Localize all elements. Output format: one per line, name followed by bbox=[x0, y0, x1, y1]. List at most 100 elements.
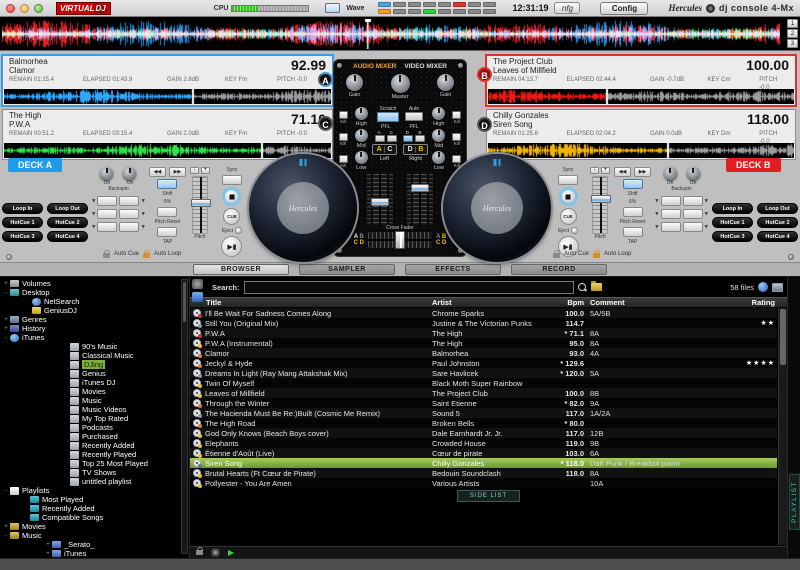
cue-button[interactable]: CUE bbox=[560, 208, 577, 225]
pfl-b-button[interactable] bbox=[415, 135, 425, 142]
netsearch-icon[interactable] bbox=[758, 282, 768, 292]
tree-item[interactable]: Movies bbox=[0, 387, 189, 396]
track-list-scrollbar[interactable] bbox=[778, 308, 787, 545]
loop-out-button[interactable]: Loop Out bbox=[47, 203, 88, 214]
column-header-bpm[interactable]: Bpm bbox=[548, 298, 584, 307]
eject-button[interactable] bbox=[235, 227, 242, 234]
wave-grid-cell[interactable] bbox=[423, 2, 436, 7]
search-input[interactable] bbox=[244, 281, 574, 294]
sync-button[interactable] bbox=[222, 175, 242, 185]
fx-button[interactable] bbox=[661, 209, 681, 219]
low-knob-left[interactable] bbox=[355, 151, 368, 164]
tree-item[interactable]: Purchased bbox=[0, 432, 189, 441]
wave-grid-cell[interactable] bbox=[468, 2, 481, 7]
deck-a-waveform[interactable] bbox=[4, 89, 331, 104]
wave-grid-cell[interactable] bbox=[453, 2, 466, 7]
pitch-slider[interactable] bbox=[592, 176, 608, 234]
master-knob[interactable] bbox=[391, 74, 410, 93]
right-deck-selector[interactable]: D|B bbox=[403, 144, 428, 155]
tree-item[interactable]: DJing bbox=[0, 360, 189, 369]
track-row[interactable]: The High RoadBroken Bells* 80.0 bbox=[190, 418, 777, 428]
config-button[interactable]: Config bbox=[600, 2, 648, 15]
tree-item[interactable]: +History bbox=[0, 324, 189, 333]
rhythm-waveform[interactable] bbox=[2, 19, 780, 49]
tree-item[interactable]: Most Played bbox=[0, 495, 189, 504]
backspin-knob[interactable] bbox=[123, 167, 136, 180]
deck-d-badge[interactable]: D bbox=[477, 117, 492, 132]
fx-button[interactable] bbox=[683, 209, 703, 219]
favorite-folder-icon[interactable] bbox=[192, 292, 203, 302]
tree-toggle[interactable]: - bbox=[2, 488, 10, 494]
tab-browser[interactable]: BROWSER bbox=[193, 264, 289, 275]
tree-item[interactable]: -Desktop bbox=[0, 288, 189, 297]
track-row[interactable]: Still You (Original Mix)Justine & The Vi… bbox=[190, 318, 777, 328]
sync-button[interactable] bbox=[558, 175, 578, 185]
fx-button[interactable] bbox=[97, 209, 117, 219]
kill-high-right[interactable] bbox=[452, 111, 461, 119]
track-row[interactable]: Through the WinterSaint Etienne* 82.09A bbox=[190, 398, 777, 408]
fastforward-button[interactable]: ▶▶ bbox=[169, 167, 186, 177]
tree-item[interactable]: My Top Rated bbox=[0, 414, 189, 423]
wave-grid-cell[interactable] bbox=[438, 2, 451, 7]
kill-mid-right[interactable] bbox=[452, 133, 461, 141]
high-knob-right[interactable] bbox=[432, 107, 445, 120]
high-knob-left[interactable] bbox=[355, 107, 368, 120]
track-row[interactable]: Jeckyl & HydePaul Johnston* 129.6★★★★ bbox=[190, 358, 777, 368]
wave-grid-cell[interactable] bbox=[453, 9, 466, 14]
track-row[interactable]: P.W.A (Instrumental)The High95.08A bbox=[190, 338, 777, 348]
track-row[interactable]: Twin Of MyselfBlack Moth Super Rainbow bbox=[190, 378, 777, 388]
deck-a-jogwheel[interactable]: Hercules bbox=[249, 154, 357, 262]
shift-button[interactable] bbox=[623, 179, 643, 189]
tap-button[interactable] bbox=[157, 227, 177, 237]
tree-item[interactable]: +Genres bbox=[0, 315, 189, 324]
autoplay-icon[interactable]: ▶ bbox=[228, 548, 234, 557]
rewind-button[interactable]: ◀◀ bbox=[614, 167, 631, 177]
column-header-rating[interactable]: Rating bbox=[674, 298, 777, 307]
tab-record[interactable]: RECORD bbox=[511, 264, 607, 275]
play-pause-button[interactable]: ▶▮ bbox=[221, 236, 242, 257]
tree-toggle[interactable]: + bbox=[2, 326, 10, 332]
tree-item[interactable]: Classical Music bbox=[0, 351, 189, 360]
tree-item[interactable]: Top 25 Most Played bbox=[0, 459, 189, 468]
hotcue-3-button[interactable]: HotCue 3 bbox=[2, 231, 43, 242]
wave-grid-cell[interactable] bbox=[468, 9, 481, 14]
wave-grid-cell[interactable] bbox=[393, 2, 406, 7]
wave-grid-cell[interactable] bbox=[423, 9, 436, 14]
hotcue-2-button[interactable]: HotCue 2 bbox=[757, 217, 798, 228]
fx-button[interactable] bbox=[97, 222, 117, 232]
fx-button[interactable] bbox=[683, 196, 703, 206]
tree-item[interactable]: iTunes DJ bbox=[0, 378, 189, 387]
track-row[interactable]: God Only Knows (Beach Boys cover)Dale Ea… bbox=[190, 428, 777, 438]
shift-button[interactable] bbox=[157, 179, 177, 189]
rhythm-page-button[interactable]: 2 bbox=[787, 29, 798, 38]
hotcue-2-button[interactable]: HotCue 2 bbox=[47, 217, 88, 228]
tree-item[interactable]: GeniusDJ bbox=[0, 306, 189, 315]
stop-button[interactable] bbox=[559, 187, 578, 206]
jog-sensitivity-knob[interactable] bbox=[664, 167, 677, 180]
tree-item[interactable]: Recently Added bbox=[0, 441, 189, 450]
minimize-button[interactable] bbox=[20, 4, 29, 13]
wave-grid-cell[interactable] bbox=[483, 2, 496, 7]
deck-b-badge[interactable]: B bbox=[477, 67, 492, 82]
track-row[interactable]: Pollyester - You Are AmenVarious Artists… bbox=[190, 478, 777, 488]
close-button[interactable] bbox=[6, 4, 15, 13]
filter-folder-icon[interactable] bbox=[192, 279, 203, 289]
tree-item[interactable]: Recently Added bbox=[0, 504, 189, 513]
track-row[interactable]: ElephantsCrowded House119.09B bbox=[190, 438, 777, 448]
tree-item[interactable]: Recently Played bbox=[0, 450, 189, 459]
track-row[interactable]: Siren SongChilly Gonzales* 118.0Daft Pun… bbox=[190, 458, 777, 468]
volume-fader-left[interactable] bbox=[373, 174, 387, 225]
hotcue-3-button[interactable]: HotCue 3 bbox=[712, 231, 753, 242]
crossfader[interactable] bbox=[368, 232, 432, 248]
fx-button[interactable] bbox=[119, 196, 139, 206]
low-knob-right[interactable] bbox=[432, 151, 445, 164]
kill-high-left[interactable] bbox=[339, 111, 348, 119]
tree-item[interactable]: +Volumes bbox=[0, 279, 189, 288]
rhythm-page-button[interactable]: 1 bbox=[787, 19, 798, 28]
search-folder-icon[interactable] bbox=[591, 283, 602, 291]
track-row[interactable]: I'll Be Wait For Sadness Comes AlongChro… bbox=[190, 308, 777, 318]
fx-button[interactable] bbox=[97, 196, 117, 206]
kill-mid-left[interactable] bbox=[339, 133, 348, 141]
kill-low-left[interactable] bbox=[339, 155, 348, 163]
fx-button[interactable] bbox=[119, 222, 139, 232]
